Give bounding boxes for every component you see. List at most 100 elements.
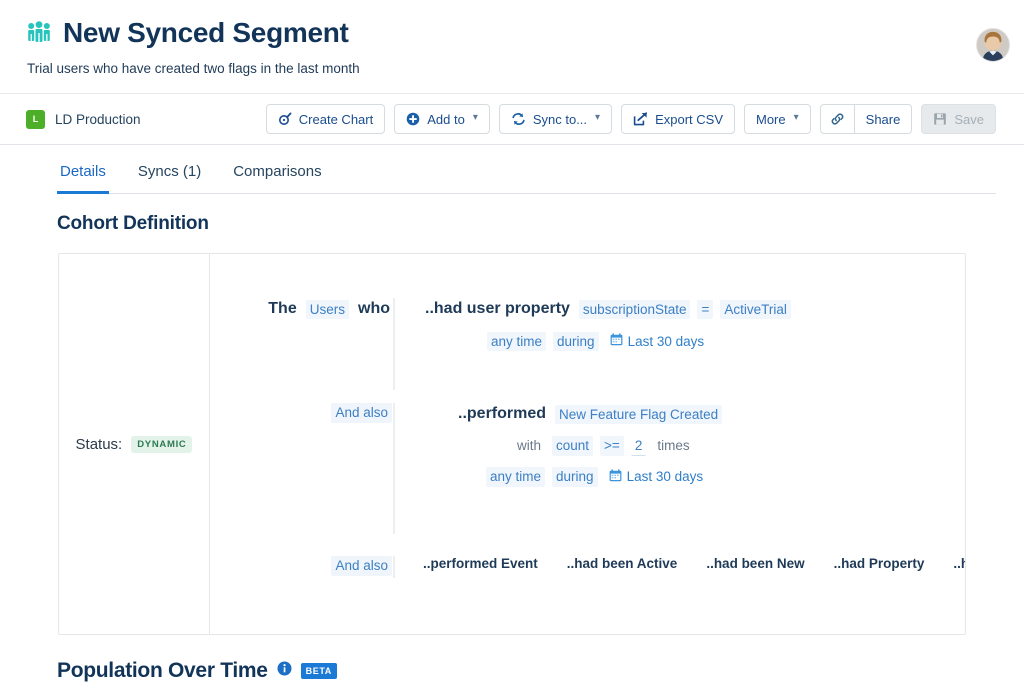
sync-refresh-icon (511, 112, 526, 126)
beta-badge: BETA (301, 663, 337, 679)
clause-1-property[interactable]: subscriptionState (579, 300, 691, 320)
cohort-definition-panel: Status: DYNAMIC The Users who ..had user… (58, 253, 966, 635)
clause-2-times-label: times (653, 436, 693, 456)
chart-pin-icon (278, 112, 292, 126)
calendar-icon (610, 333, 623, 350)
option-had-been-new[interactable]: ..had been New (706, 556, 804, 571)
clause-1-predicate: ..had user property subscriptionState = … (395, 298, 791, 352)
more-label: More (756, 113, 786, 126)
create-chart-label: Create Chart (299, 113, 373, 126)
toolbar: L LD Production Create Chart A (0, 93, 1024, 145)
option-had-property[interactable]: ..had Property (834, 556, 925, 571)
page-subtitle: Trial users who have created two flags i… (27, 60, 1000, 78)
export-csv-label: Export CSV (655, 113, 723, 126)
tabs-container: Details Syncs (1) Comparisons (0, 145, 1024, 194)
clause-2-count-row: with count >= 2 times (513, 436, 722, 456)
cohort-clause-2: And also ..performed New Feature Flag Cr… (210, 403, 965, 534)
floppy-save-icon (933, 112, 947, 126)
tab-details[interactable]: Details (57, 163, 109, 194)
clause-2-date-label: Last 30 days (627, 469, 704, 485)
clause-1-time-scope[interactable]: any time (487, 332, 546, 352)
page-header: New Synced Segment Trial users who have … (0, 0, 1024, 93)
clause-1-date-label: Last 30 days (628, 334, 705, 350)
population-over-time-heading: Population Over Time BETA (57, 659, 1024, 683)
clause-3-options: ..performed Event ..had been Active ..ha… (395, 556, 965, 571)
clause-1-operator[interactable]: = (697, 300, 713, 320)
share-button[interactable]: Share (854, 104, 913, 134)
clause-2-threshold[interactable]: 2 (631, 436, 647, 456)
export-csv-button[interactable]: Export CSV (621, 104, 735, 134)
cohort-status-cell: Status: DYNAMIC (59, 254, 210, 634)
clause-2-aggregation[interactable]: count (552, 436, 593, 456)
save-button[interactable]: Save (921, 104, 996, 134)
cohort-clause-3: And also ..performed Event ..had been Ac… (210, 556, 965, 578)
clause-2-connector-row: And also (331, 403, 392, 423)
clause-3-connector-cell: And also (210, 556, 392, 576)
clause-2-comparator[interactable]: >= (600, 436, 624, 456)
option-performed-event[interactable]: ..performed Event (423, 556, 538, 571)
clause-2-connector-cell: And also (210, 403, 392, 423)
clause-1-subject-row: The Users who (266, 298, 392, 320)
calendar-icon (609, 469, 622, 486)
title-row: New Synced Segment (26, 18, 1000, 49)
clause-2-date-range[interactable]: Last 30 days (605, 467, 708, 488)
clause-1-date-range[interactable]: Last 30 days (606, 331, 709, 352)
cohort-clause-list: The Users who ..had user property subscr… (210, 254, 965, 634)
info-circle-icon[interactable] (277, 661, 292, 681)
add-to-button[interactable]: Add to ▾ (394, 104, 490, 134)
clause-3-connector-row: And also (331, 556, 392, 576)
create-chart-button[interactable]: Create Chart (266, 104, 385, 134)
clause-2-condition-row: ..performed New Feature Flag Created (456, 403, 722, 425)
clause-2-event[interactable]: New Feature Flag Created (555, 405, 722, 425)
copy-link-button[interactable] (820, 104, 855, 134)
sync-to-label: Sync to... (533, 113, 587, 126)
link-chain-icon (830, 112, 845, 126)
environment-name: LD Production (55, 112, 141, 127)
clause-3-connector[interactable]: And also (331, 556, 392, 576)
population-title: Population Over Time (57, 659, 268, 683)
option-have[interactable]: ..have (953, 556, 965, 571)
status-label: Status: (76, 436, 123, 453)
option-had-been-active[interactable]: ..had been Active (567, 556, 678, 571)
clause-the-label: The (266, 298, 298, 320)
clause-1-value[interactable]: ActiveTrial (720, 300, 791, 320)
tab-comparisons[interactable]: Comparisons (230, 163, 324, 194)
clause-2-time-row: any time during (486, 467, 722, 488)
clause-2-with-label: with (513, 436, 545, 456)
clause-who-label: who (356, 298, 392, 320)
clause-2-predicate: ..performed New Feature Flag Created wit… (395, 403, 722, 487)
chevron-down-icon: ▾ (794, 113, 799, 123)
clause-2-during[interactable]: during (552, 467, 598, 487)
environment-badge: L (26, 110, 45, 129)
cohort-clause-1: The Users who ..had user property subscr… (210, 298, 965, 390)
tabs: Details Syncs (1) Comparisons (57, 145, 996, 194)
clause-2-connector[interactable]: And also (331, 403, 392, 423)
clause-3-options-row: ..performed Event ..had been Active ..ha… (423, 556, 965, 571)
avatar[interactable] (976, 28, 1010, 62)
chevron-down-icon: ▾ (595, 113, 600, 123)
status-badge: DYNAMIC (131, 436, 192, 453)
more-button[interactable]: More ▾ (744, 104, 811, 134)
page-title: New Synced Segment (63, 18, 349, 49)
export-share-icon (633, 112, 648, 126)
cohort-definition-title: Cohort Definition (57, 213, 1024, 235)
sync-to-button[interactable]: Sync to... ▾ (499, 104, 612, 134)
add-to-label: Add to (427, 113, 465, 126)
clause-target-users[interactable]: Users (306, 300, 349, 320)
clause-1-time-row: any time during (487, 331, 791, 352)
toolbar-actions: Create Chart Add to ▾ (266, 104, 996, 134)
clause-1-predicate-label[interactable]: ..had user property (423, 298, 572, 320)
save-label: Save (954, 113, 984, 126)
clause-2-time-scope[interactable]: any time (486, 467, 545, 487)
tab-syncs[interactable]: Syncs (1) (135, 163, 204, 194)
clause-1-during[interactable]: during (553, 332, 599, 352)
plus-circle-icon (406, 112, 420, 126)
share-label: Share (866, 113, 901, 126)
share-button-group: Share (820, 104, 913, 134)
people-group-icon (26, 21, 52, 45)
chevron-down-icon: ▾ (473, 113, 478, 123)
clause-1-subject: The Users who (210, 298, 392, 320)
environment-indicator[interactable]: L LD Production (26, 110, 141, 129)
clause-1-condition-row: ..had user property subscriptionState = … (423, 298, 791, 320)
clause-2-predicate-label[interactable]: ..performed (456, 403, 548, 425)
